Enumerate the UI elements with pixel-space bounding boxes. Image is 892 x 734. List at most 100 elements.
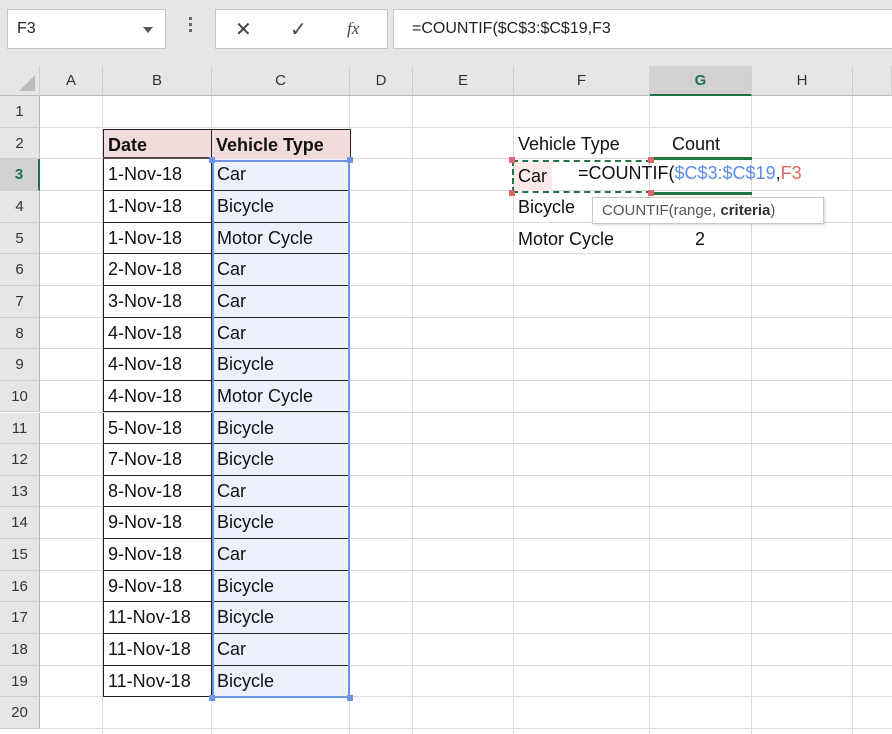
row-header-15[interactable]: 15: [0, 539, 40, 571]
vehicle-type-cell[interactable]: Motor Cycle: [213, 222, 349, 255]
vehicle-type-cell[interactable]: Bicycle: [213, 602, 349, 635]
fx-icon[interactable]: fx: [347, 19, 359, 39]
range-handle[interactable]: [209, 157, 215, 163]
summary-header-count[interactable]: Count: [672, 134, 720, 155]
vehicle-type-cell[interactable]: Bicycle: [213, 349, 349, 381]
row-header-12[interactable]: 12: [0, 444, 40, 476]
row-header-19[interactable]: 19: [0, 665, 40, 698]
formula-actions: ✕ ✓ fx: [215, 9, 388, 49]
name-box[interactable]: F3: [7, 9, 166, 49]
summary-header-vehicle-type[interactable]: Vehicle Type: [518, 134, 620, 155]
range-handle[interactable]: [209, 695, 215, 701]
row-header-20[interactable]: 20: [0, 697, 40, 729]
row-header-3[interactable]: 3: [0, 159, 40, 191]
close-icon[interactable]: ✕: [235, 17, 252, 42]
date-cell[interactable]: 4-Nov-18: [103, 349, 212, 381]
vehicle-type-cell[interactable]: Car: [213, 539, 349, 571]
grid-line: [412, 96, 413, 734]
date-cell[interactable]: 2-Nov-18: [103, 254, 212, 286]
cell-border: [652, 192, 752, 195]
range-handle[interactable]: [347, 157, 353, 163]
date-cell[interactable]: 1-Nov-18: [103, 190, 212, 223]
row-header-4[interactable]: 4: [0, 190, 40, 223]
criteria-handle[interactable]: [509, 157, 515, 163]
vehicle-type-cell[interactable]: Car: [213, 159, 349, 191]
row-header-17[interactable]: 17: [0, 602, 40, 635]
column-header-c[interactable]: C: [212, 66, 350, 96]
column-header-d[interactable]: D: [350, 66, 413, 96]
editor-criteria-ref: F3: [780, 163, 802, 183]
cell-editor[interactable]: =COUNTIF($C$3:$C$19,F3: [578, 163, 802, 184]
row-header-8[interactable]: 8: [0, 317, 40, 350]
header-vehicle-type[interactable]: Vehicle Type: [211, 129, 351, 161]
date-cell[interactable]: 11-Nov-18: [103, 634, 212, 666]
date-cell[interactable]: 7-Nov-18: [103, 444, 212, 476]
column-header-g[interactable]: G: [650, 66, 752, 96]
row-header-14[interactable]: 14: [0, 507, 40, 540]
date-cell[interactable]: 4-Nov-18: [103, 317, 212, 350]
grid-line: [349, 96, 350, 734]
name-box-value: F3: [17, 20, 36, 37]
criteria-handle[interactable]: [648, 190, 654, 196]
date-cell[interactable]: 8-Nov-18: [103, 475, 212, 508]
summary-count-motor-cycle[interactable]: 2: [695, 229, 705, 250]
row-header-18[interactable]: 18: [0, 634, 40, 666]
row-header-7[interactable]: 7: [0, 285, 40, 318]
grid-line: [40, 728, 892, 729]
column-header-a[interactable]: A: [40, 66, 103, 96]
vehicle-type-cell[interactable]: Bicycle: [213, 444, 349, 476]
date-cell[interactable]: 9-Nov-18: [103, 539, 212, 571]
vehicle-type-cell[interactable]: Car: [213, 634, 349, 666]
date-cell[interactable]: 1-Nov-18: [103, 159, 212, 191]
column-header-f[interactable]: F: [514, 66, 650, 96]
vehicle-type-cell[interactable]: Motor Cycle: [213, 380, 349, 413]
row-header-5[interactable]: 5: [0, 222, 40, 255]
row-header-13[interactable]: 13: [0, 475, 40, 508]
date-cell[interactable]: 4-Nov-18: [103, 380, 212, 413]
summary-type-bicycle[interactable]: Bicycle: [518, 197, 575, 218]
column-header-b[interactable]: B: [103, 66, 212, 96]
row-header-9[interactable]: 9: [0, 349, 40, 381]
vehicle-type-cell[interactable]: Car: [213, 254, 349, 286]
column-header-e[interactable]: E: [413, 66, 514, 96]
date-cell[interactable]: 11-Nov-18: [103, 602, 212, 635]
summary-type-motor-cycle[interactable]: Motor Cycle: [518, 229, 614, 250]
vehicle-type-cell[interactable]: Bicycle: [213, 507, 349, 540]
formula-toolbar: F3 ✕ ✓ fx =COUNTIF($C$3:$C$19,F3: [0, 0, 892, 66]
vehicle-type-cell[interactable]: Car: [213, 475, 349, 508]
vehicle-type-cell[interactable]: Car: [213, 285, 349, 318]
range-handle[interactable]: [347, 695, 353, 701]
row-header-6[interactable]: 6: [0, 254, 40, 286]
row-header-11[interactable]: 11: [0, 412, 40, 445]
vehicle-type-cell[interactable]: Bicycle: [213, 412, 349, 445]
column-header-next[interactable]: [853, 66, 892, 96]
criteria-handle[interactable]: [509, 190, 515, 196]
function-tooltip[interactable]: COUNTIF(range, criteria): [592, 197, 824, 224]
date-cell[interactable]: 5-Nov-18: [103, 412, 212, 445]
vehicle-type-cell[interactable]: Bicycle: [213, 665, 349, 698]
row-header-10[interactable]: 10: [0, 380, 40, 413]
date-cell[interactable]: 9-Nov-18: [103, 507, 212, 540]
date-cell[interactable]: 3-Nov-18: [103, 285, 212, 318]
column-header-h[interactable]: H: [752, 66, 853, 96]
grid-line: [40, 126, 892, 128]
cell-border: [652, 157, 752, 160]
tooltip-current-arg: criteria: [720, 202, 771, 219]
select-all-button[interactable]: [0, 66, 40, 96]
row-header-2[interactable]: 2: [0, 127, 40, 160]
tooltip-fn: COUNTIF(range,: [602, 202, 721, 219]
editor-function: =COUNTIF(: [578, 163, 675, 183]
checkmark-icon[interactable]: ✓: [290, 17, 307, 42]
date-cell[interactable]: 11-Nov-18: [103, 665, 212, 698]
vehicle-type-cell[interactable]: Bicycle: [213, 190, 349, 223]
formula-input[interactable]: =COUNTIF($C$3:$C$19,F3: [393, 9, 892, 49]
more-options-icon[interactable]: [189, 17, 192, 35]
summary-type-car[interactable]: Car: [518, 166, 547, 187]
row-header-16[interactable]: 16: [0, 570, 40, 603]
date-cell[interactable]: 9-Nov-18: [103, 570, 212, 603]
chevron-down-icon[interactable]: [143, 27, 153, 33]
vehicle-type-cell[interactable]: Bicycle: [213, 570, 349, 603]
date-cell[interactable]: 1-Nov-18: [103, 222, 212, 255]
row-header-1[interactable]: 1: [0, 96, 40, 128]
vehicle-type-cell[interactable]: Car: [213, 317, 349, 350]
